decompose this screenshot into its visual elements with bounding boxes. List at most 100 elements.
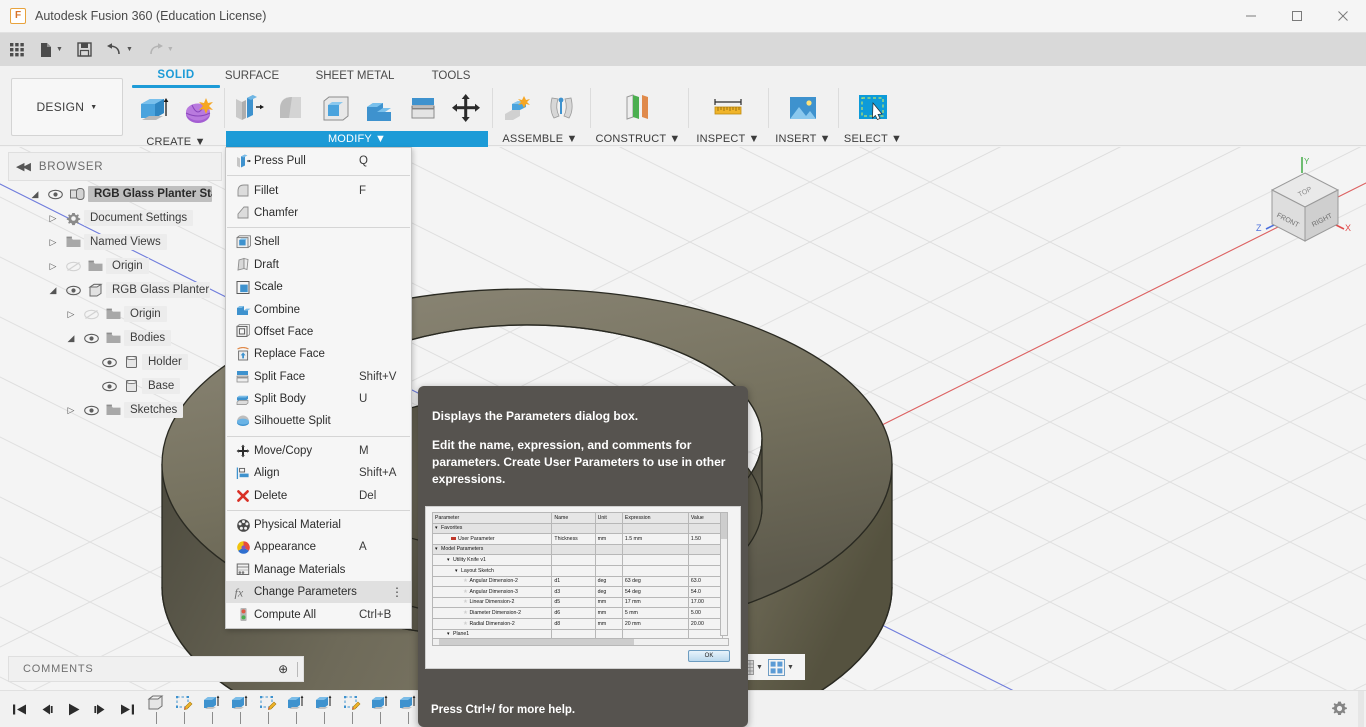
overflow-icon[interactable]: ⋮ xyxy=(391,588,403,596)
triangle-down-icon[interactable]: ◢ xyxy=(26,189,44,200)
group-label-modify[interactable]: MODIFY ▼ xyxy=(226,131,488,148)
view-cube[interactable]: Y X Z TOP FRONT RIGHT xyxy=(1252,155,1360,255)
resize-grip[interactable] xyxy=(297,662,298,677)
split-face-icon[interactable] xyxy=(401,87,445,129)
menu-item-align[interactable]: Align Shift+A xyxy=(226,462,411,484)
timeline-item-extrude[interactable] xyxy=(366,691,394,727)
save-icon[interactable] xyxy=(70,33,99,66)
menu-item-split-face[interactable]: Split Face Shift+V xyxy=(226,366,411,388)
redo-icon[interactable]: ▼ xyxy=(140,33,181,66)
timeline-item-sketch[interactable] xyxy=(170,691,198,727)
timeline-item-sketch[interactable] xyxy=(338,691,366,727)
extrude-icon[interactable] xyxy=(132,90,176,132)
triangle-right-icon[interactable]: ▷ xyxy=(44,213,62,224)
app-grid-icon[interactable] xyxy=(0,33,32,66)
menu-item-combine[interactable]: Combine xyxy=(226,298,411,320)
menu-item-draft[interactable]: Draft xyxy=(226,254,411,276)
group-label-insert[interactable]: INSERT ▼ xyxy=(772,131,834,148)
menu-item-appearance[interactable]: Appearance A xyxy=(226,536,411,558)
measure-icon[interactable] xyxy=(706,87,750,129)
timeline-scrollbar[interactable] xyxy=(1358,691,1364,727)
menu-item-press-pull[interactable]: Press Pull Q xyxy=(226,150,411,172)
timeline-item-extrude[interactable] xyxy=(282,691,310,727)
menu-item-compute-all[interactable]: Compute All Ctrl+B xyxy=(226,603,411,625)
sidebar-item-base[interactable]: Base xyxy=(8,374,230,398)
menu-item-delete[interactable]: Delete Del xyxy=(226,484,411,506)
sidebar-item-rgb-glass-planter-stand-v4[interactable]: ◢ RGB Glass Planter Stand v4 xyxy=(8,182,230,206)
triangle-right-icon[interactable]: ▷ xyxy=(62,405,80,416)
sidebar-item-origin-nested[interactable]: ▷ Origin xyxy=(8,302,230,326)
visibility-eye-off-icon[interactable] xyxy=(80,309,102,320)
menu-item-physical-material[interactable]: Physical Material xyxy=(226,514,411,536)
display-settings-icon[interactable]: ▼ xyxy=(768,659,797,676)
joint-icon[interactable] xyxy=(496,87,540,129)
visibility-eye-icon[interactable] xyxy=(62,285,84,296)
triangle-down-icon[interactable]: ◢ xyxy=(44,285,62,296)
tab-surface[interactable]: SURFACE xyxy=(222,70,282,82)
chevron-down-icon[interactable]: ▼ xyxy=(756,664,763,671)
move-copy-icon[interactable] xyxy=(444,87,488,129)
visibility-eye-icon[interactable] xyxy=(44,189,66,200)
group-label-assemble[interactable]: ASSEMBLE ▼ xyxy=(496,131,584,148)
tab-tools[interactable]: TOOLS xyxy=(425,70,477,82)
menu-item-chamfer[interactable]: Chamfer xyxy=(226,202,411,224)
visibility-eye-icon[interactable] xyxy=(80,333,102,344)
add-comment-icon[interactable]: ⊕ xyxy=(278,662,289,676)
comments-panel[interactable]: COMMENTS ⊕ xyxy=(8,656,304,682)
minimize-button[interactable] xyxy=(1228,0,1274,33)
chevron-down-icon[interactable]: ▼ xyxy=(787,664,794,671)
timeline-item-sketch[interactable] xyxy=(254,691,282,727)
group-label-select[interactable]: SELECT ▼ xyxy=(842,131,904,148)
timeline-item-extrude[interactable] xyxy=(198,691,226,727)
press-pull-icon[interactable] xyxy=(226,87,270,129)
timeline-item-extrude[interactable] xyxy=(226,691,254,727)
sidebar-item-named-views[interactable]: ▷ Named Views xyxy=(8,230,230,254)
go-to-start-button[interactable] xyxy=(6,691,33,727)
timeline-settings-icon[interactable] xyxy=(1331,700,1348,722)
visibility-eye-icon[interactable] xyxy=(98,381,120,392)
visibility-eye-off-icon[interactable] xyxy=(62,261,84,272)
step-forward-button[interactable] xyxy=(87,691,114,727)
triangle-right-icon[interactable]: ▷ xyxy=(44,237,62,248)
menu-item-fillet[interactable]: Fillet F xyxy=(226,179,411,201)
menu-item-scale[interactable]: Scale xyxy=(226,276,411,298)
workspace-selector[interactable]: DESIGN ▼ xyxy=(11,78,123,136)
triangle-down-icon[interactable]: ◢ xyxy=(62,333,80,344)
sidebar-item-origin-top[interactable]: ▷ Origin xyxy=(8,254,230,278)
triangle-right-icon[interactable]: ▷ xyxy=(44,261,62,272)
sidebar-item-component-rgb-glass-planter-stand[interactable]: ◢ RGB Glass Planter Stand v4 xyxy=(8,278,230,302)
as-built-joint-icon[interactable] xyxy=(540,87,584,129)
menu-item-manage-materials[interactable]: Manage Materials xyxy=(226,559,411,581)
timeline-item-extrude[interactable] xyxy=(310,691,338,727)
menu-item-silhouette-split[interactable]: Silhouette Split xyxy=(226,410,411,432)
tab-sheet-metal[interactable]: SHEET METAL xyxy=(310,70,400,82)
go-to-end-button[interactable] xyxy=(114,691,141,727)
menu-item-split-body[interactable]: Split Body U xyxy=(226,388,411,410)
timeline-item-component[interactable] xyxy=(142,691,170,727)
shell-icon[interactable] xyxy=(313,87,357,129)
step-back-button[interactable] xyxy=(33,691,60,727)
sidebar-item-bodies[interactable]: ◢ Bodies xyxy=(8,326,230,350)
group-label-construct[interactable]: CONSTRUCT ▼ xyxy=(594,131,682,148)
menu-item-replace-face[interactable]: Replace Face xyxy=(226,343,411,365)
sidebar-item-holder[interactable]: Holder xyxy=(8,350,230,374)
close-button[interactable] xyxy=(1320,0,1366,33)
visibility-eye-icon[interactable] xyxy=(98,357,120,368)
menu-item-shell[interactable]: Shell xyxy=(226,231,411,253)
offset-plane-icon[interactable] xyxy=(616,87,660,129)
select-window-icon[interactable] xyxy=(851,87,895,129)
combine-icon[interactable] xyxy=(357,87,401,129)
play-button[interactable] xyxy=(60,691,87,727)
sidebar-item-document-settings[interactable]: ▷ Document Settings xyxy=(8,206,230,230)
visibility-eye-icon[interactable] xyxy=(80,405,102,416)
new-file-icon[interactable]: ▼ xyxy=(32,33,70,66)
menu-item-move-copy[interactable]: Move/Copy M xyxy=(226,440,411,462)
insert-image-icon[interactable] xyxy=(781,87,825,129)
form-icon[interactable] xyxy=(176,90,220,132)
collapse-icon[interactable]: ◀◀ xyxy=(16,160,29,173)
group-label-inspect[interactable]: INSPECT ▼ xyxy=(692,131,764,148)
menu-item-change-parameters[interactable]: fx Change Parameters ⋮ xyxy=(226,581,411,603)
tab-solid[interactable]: SOLID xyxy=(128,68,224,85)
menu-item-offset-face[interactable]: Offset Face xyxy=(226,321,411,343)
undo-icon[interactable]: ▼ xyxy=(99,33,140,66)
